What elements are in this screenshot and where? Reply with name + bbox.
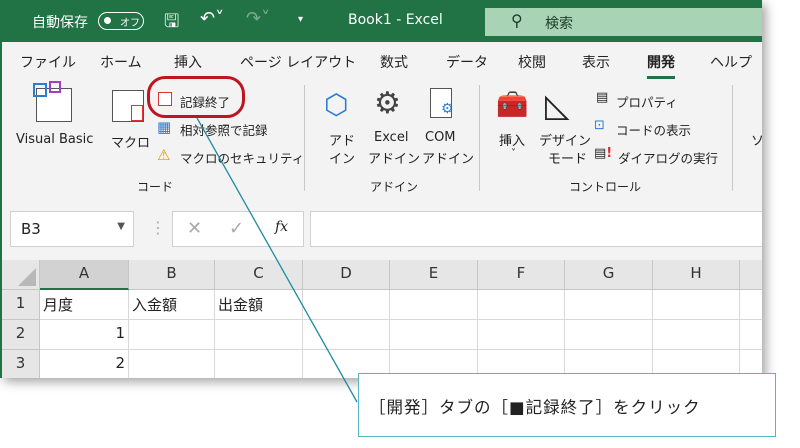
callout: ［開発］タブの［■記録終了］をクリック: [358, 373, 776, 437]
